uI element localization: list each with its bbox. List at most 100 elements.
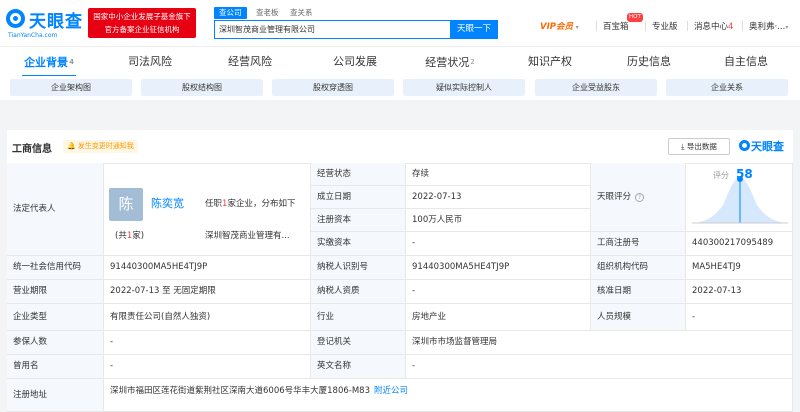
gov-badge-line2: 官方备案企业征信机构 (104, 25, 180, 34)
approval-date-value: 2022-07-13 (686, 280, 793, 304)
count-suffix: 家) (132, 231, 145, 241)
message-center-label: 消息中心 (694, 22, 729, 32)
tax-qualification-value: - (406, 280, 591, 304)
tab-label: 司法风险 (128, 55, 172, 68)
business-info-card: 工商信息 🔔 发生变更时通知我 ⤓ 导出数据 天眼查 法定代表人 经营状态 存续 … (7, 130, 793, 412)
tax-id-value: 91440300MA5HE4TJ9P (406, 256, 591, 280)
vip-label: VIP会员 (540, 22, 573, 32)
reg-no-value: 440300217095489 (686, 232, 793, 256)
tab-judicial-risk[interactable]: 司法风险 (122, 47, 178, 77)
legal-rep-name-link[interactable]: 陈奕宽 (151, 195, 184, 211)
eye-logo-icon (739, 140, 750, 151)
tyc-watermark-logo: 天眼查 (739, 138, 784, 154)
field-label: 纳税人资质 (311, 280, 406, 304)
legal-rep-company-count: (共1家) (115, 229, 144, 241)
field-label: 曾用名 (7, 355, 104, 379)
tab-label: 知识产权 (528, 55, 572, 68)
export-label: 导出数据 (686, 142, 717, 151)
message-center-link[interactable]: 消息中心4 (694, 20, 733, 32)
top-header: 天眼查 TianYanCha.com 国家中小企业发展子基金旗下 官方备案企业征… (0, 0, 800, 46)
field-label: 行业 (311, 304, 406, 331)
field-label: 注册资本 (311, 209, 406, 232)
export-data-button[interactable]: ⤓ 导出数据 (668, 138, 730, 155)
logo[interactable]: 天眼查 TianYanCha.com (6, 4, 86, 42)
nearby-companies-link[interactable]: 附近公司 (374, 385, 408, 398)
main-tabs: 企业背景4 司法风险 经营风险 公司发展 经营状况2 知识产权 历史信息 自主信… (0, 46, 800, 77)
enterprise-relation-button[interactable]: 企业关系 (666, 79, 788, 96)
avatar[interactable]: 陈 (109, 188, 143, 221)
insured-count-value: - (104, 331, 311, 355)
chevron-down-icon: ▾ (575, 24, 579, 31)
tab-history[interactable]: 历史信息 (621, 47, 677, 77)
tab-background[interactable]: 企业背景4 (22, 47, 76, 77)
tab-count: 2 (470, 58, 475, 66)
field-label: 工商注册号 (591, 232, 686, 256)
score-value: 58 (736, 167, 753, 181)
paid-capital-value: - (406, 232, 591, 256)
field-label: 登记机关 (311, 331, 406, 355)
baibaoxiang-label: 百宝箱 (603, 22, 629, 32)
search-tab-company[interactable]: 查公司 (214, 7, 247, 19)
change-notify-button[interactable]: 🔔 发生变更时通知我 (63, 140, 138, 153)
english-name-value: - (406, 355, 793, 379)
message-count-badge: 4 (728, 22, 734, 32)
tab-label: 历史信息 (627, 55, 671, 68)
tab-ip[interactable]: 知识产权 (522, 47, 578, 77)
divider (742, 21, 743, 31)
industry-value: 房地产业 (406, 304, 591, 331)
reg-authority-value: 深圳市市场监督管理局 (406, 331, 793, 355)
tab-label: 企业背景 (24, 56, 69, 69)
former-name-value: - (104, 355, 311, 379)
chevron-down-icon: ▾ (785, 24, 789, 31)
tab-operating-risk[interactable]: 经营风险 (222, 47, 278, 77)
search-button[interactable]: 天眼一下 (450, 20, 498, 39)
org-code-value: MA5HE4TJ9 (686, 256, 793, 280)
count-prefix: (共 (115, 231, 127, 241)
tab-development[interactable]: 公司发展 (327, 47, 383, 77)
field-label: 注册地址 (7, 379, 104, 412)
search-tab-boss[interactable]: 查老板 (256, 7, 279, 19)
company-type-value: 有限责任公司(自然人独资) (104, 304, 311, 331)
field-label: 纳税人识别号 (311, 256, 406, 280)
field-label: 统一社会信用代码 (7, 256, 104, 280)
pro-link[interactable]: 专业版 (652, 20, 678, 32)
graph-links-bar: 企业架构图 股权结构图 股权穿透图 疑似实际控制人 企业受益股东 企业关系 (0, 76, 800, 100)
divider (687, 21, 688, 31)
field-label: 成立日期 (311, 186, 406, 209)
enterprise-structure-button[interactable]: 企业架构图 (10, 79, 132, 96)
equity-structure-button[interactable]: 股权结构图 (141, 79, 263, 96)
notice-label: 发生变更时通知我 (77, 142, 134, 150)
field-label: 经营状态 (311, 163, 406, 186)
logo-text: 天眼查 (29, 12, 83, 32)
bell-icon: 🔔 (67, 142, 76, 150)
status-value: 存续 (406, 163, 591, 186)
field-label: 企业类型 (7, 304, 104, 331)
help-icon[interactable]: ? (635, 192, 645, 202)
beneficiary-button[interactable]: 企业受益股东 (535, 79, 657, 96)
score-caption: 评分 (713, 171, 729, 180)
field-label: 英文名称 (311, 355, 406, 379)
hot-badge: HOT (627, 13, 643, 22)
legal-rep-positions: 任职1家企业，分布如下 (205, 197, 295, 209)
divider (596, 21, 597, 31)
field-label: 组织机构代码 (591, 256, 686, 280)
baibaoxiang-link[interactable]: 百宝箱 HOT (603, 13, 643, 32)
tab-self-info[interactable]: 自主信息 (718, 47, 774, 77)
user-menu[interactable]: 奥利弗·...▾ (749, 20, 788, 32)
field-label: 核准日期 (591, 280, 686, 304)
user-name: 奥利弗·... (749, 22, 786, 32)
staff-size-value: - (686, 304, 793, 331)
search-tab-relation[interactable]: 查关系 (290, 7, 313, 19)
vip-menu[interactable]: VIP会员 ▾ (540, 20, 579, 32)
search-input[interactable]: 深圳智茂商业管理有限公司 (214, 20, 450, 39)
legal-rep-company-link[interactable]: 深圳智茂商业管理有... (205, 229, 290, 241)
download-icon: ⤓ (681, 142, 685, 151)
eye-logo-icon (6, 9, 25, 28)
equity-penetration-button[interactable]: 股权穿透图 (272, 79, 394, 96)
actual-controller-button[interactable]: 疑似实际控制人 (403, 79, 525, 96)
estab-date-value: 2022-07-13 (406, 186, 591, 209)
tab-operating-status[interactable]: 经营状况2 (423, 47, 477, 77)
tab-count: 4 (69, 58, 74, 66)
field-label: 实缴资本 (311, 232, 406, 256)
field-label: 参保人数 (7, 331, 104, 355)
